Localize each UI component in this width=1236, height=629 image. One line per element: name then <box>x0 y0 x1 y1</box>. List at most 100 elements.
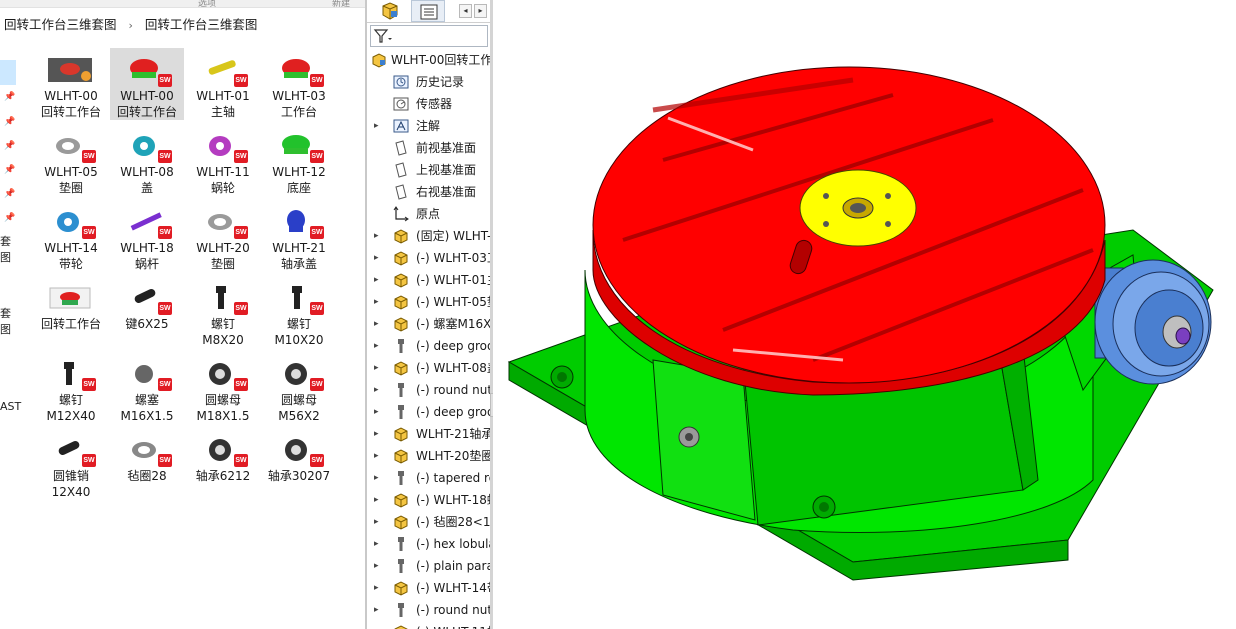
tree-item[interactable]: ▸ (-) deep groo <box>367 335 493 357</box>
tree-item[interactable]: ▸ (-) WLHT-01主 <box>367 269 493 291</box>
tree-item[interactable]: ▸ (-) tapered ro <box>367 467 493 489</box>
chevron-right-icon[interactable]: ▸ <box>374 313 379 335</box>
file-item[interactable]: SW WLHT-14 带轮 <box>34 200 108 272</box>
file-item[interactable]: SW 螺钉 M12X40 <box>34 352 108 424</box>
file-item[interactable]: SW WLHT-11 蜗轮 <box>186 124 260 196</box>
chevron-right-icon[interactable]: ▸ <box>374 489 379 511</box>
tree-item[interactable]: ▸ (-) WLHT-03工 <box>367 247 493 269</box>
tree-item[interactable]: 上视基准面 <box>367 159 493 181</box>
file-item[interactable]: SW WLHT-12 底座 <box>262 124 336 196</box>
chevron-right-icon[interactable]: ▸ <box>374 577 379 599</box>
tree-item[interactable]: ▸ (-) WLHT-08盖 <box>367 357 493 379</box>
work-table[interactable] <box>592 66 1106 396</box>
tree-item-label: 注解 <box>416 119 441 133</box>
nav-item-fragment[interactable]: 套图 <box>0 305 18 337</box>
file-item[interactable]: SW 轴承6212 <box>186 428 260 500</box>
chevron-right-icon[interactable]: ▸ <box>374 379 379 401</box>
tree-item[interactable]: ▸ 注解 <box>367 115 493 137</box>
chevron-right-icon[interactable]: ▸ <box>374 225 379 247</box>
file-item[interactable]: SW 螺钉 M8X20 <box>186 276 260 348</box>
tree-item[interactable]: 原点 <box>367 203 493 225</box>
chevron-right-icon[interactable]: ▸ <box>374 357 379 379</box>
nav-item-fragment[interactable]: 套图 <box>0 233 18 265</box>
file-item[interactable]: SW WLHT-00 回转工作台 <box>110 48 184 120</box>
tree-item[interactable]: ▸ (固定) WLHT- <box>367 225 493 247</box>
tab-scroll-right-button[interactable]: ▸ <box>474 4 487 18</box>
pin-icon: 📌 <box>4 165 16 175</box>
chevron-right-icon[interactable]: ▸ <box>374 599 379 621</box>
pulley-assembly[interactable] <box>1094 259 1212 385</box>
tab-property-manager[interactable] <box>411 0 445 22</box>
tree-item[interactable]: ▸ (-) deep groo <box>367 401 493 423</box>
file-item[interactable]: SW 轴承30207 <box>262 428 336 500</box>
tree-item[interactable]: 传感器 <box>367 93 493 115</box>
chevron-right-icon[interactable]: ▸ <box>374 401 379 423</box>
file-item[interactable]: SW WLHT-21 轴承盖 <box>262 200 336 272</box>
tree-item[interactable]: ▸ (-) WLHT-05垫 <box>367 291 493 313</box>
pin-icon: 📌 <box>4 117 16 127</box>
file-item[interactable]: SW 圆锥销 12X40 <box>34 428 108 500</box>
chevron-right-icon[interactable]: ▸ <box>374 423 379 445</box>
tree-item[interactable]: ▸ (-) hex lobula <box>367 533 493 555</box>
file-name-line2: 底座 <box>286 181 311 195</box>
tree-filter[interactable] <box>370 25 488 47</box>
tree-item[interactable]: ▸ (-) plain para <box>367 555 493 577</box>
file-item[interactable]: SW WLHT-03 工作台 <box>262 48 336 120</box>
file-item[interactable]: SW WLHT-18 蜗杆 <box>110 200 184 272</box>
tree-item[interactable]: WLHT-00回转工作 <box>367 49 493 71</box>
tree-item[interactable]: ▸ (-) WLHT-18蜗 <box>367 489 493 511</box>
tree-item[interactable]: 右视基准面 <box>367 181 493 203</box>
file-item[interactable]: SW WLHT-08 盖 <box>110 124 184 196</box>
file-item[interactable]: WLHT-00 回转工作台 <box>34 48 108 120</box>
chevron-right-icon[interactable]: ▸ <box>374 115 379 137</box>
tree-item[interactable]: ▸ (-) round nut <box>367 379 493 401</box>
nav-item-fragment[interactable]: AST <box>0 400 21 413</box>
round-nut-icon: SW <box>200 358 248 391</box>
graphics-area[interactable] <box>493 0 1236 629</box>
chevron-right-icon[interactable]: ▸ <box>374 445 379 467</box>
breadcrumb-item[interactable]: 回转工作台三维套图 <box>0 12 121 38</box>
chevron-right-icon[interactable]: ▸ <box>374 511 379 533</box>
pin-icon: 📌 <box>4 189 16 199</box>
chevron-right-icon[interactable]: ▸ <box>374 269 379 291</box>
file-item[interactable]: SW 毡圈28 <box>110 428 184 500</box>
chevron-right-icon[interactable]: › <box>125 13 137 39</box>
tree-item[interactable]: ▸ WLHT-21轴承 <box>367 423 493 445</box>
chevron-right-icon[interactable]: ▸ <box>374 555 379 577</box>
bearing-cover-icon: SW <box>276 206 324 239</box>
file-item[interactable]: SW 螺塞 M16X1.5 <box>110 352 184 424</box>
file-name-line2: 蜗轮 <box>210 181 235 195</box>
file-name-line1: 圆锥销 <box>52 469 89 483</box>
file-item[interactable]: SW 键6X25 <box>110 276 184 348</box>
rotary-table-model[interactable] <box>493 0 1236 629</box>
ribbon-label-new[interactable]: 新建 <box>332 0 350 7</box>
tab-scroll-left-button[interactable]: ◂ <box>459 4 472 18</box>
file-item[interactable]: SW WLHT-01 主轴 <box>186 48 260 120</box>
chevron-right-icon[interactable]: ▸ <box>374 467 379 489</box>
tree-item[interactable]: ▸ (-) WLHT-14带 <box>367 577 493 599</box>
tree-item[interactable]: ▸ WLHT-20垫圈 <box>367 445 493 467</box>
file-item[interactable]: SW 螺钉 M10X20 <box>262 276 336 348</box>
tree-item[interactable]: ▸ (-) WLHT-11蜗 <box>367 621 493 629</box>
chevron-right-icon[interactable]: ▸ <box>374 291 379 313</box>
chevron-right-icon[interactable]: ▸ <box>374 621 379 629</box>
tree-item[interactable]: ▸ (-) 毡圈28<1> <box>367 511 493 533</box>
chevron-right-icon[interactable]: ▸ <box>374 533 379 555</box>
file-item[interactable]: SW WLHT-05 垫圈 <box>34 124 108 196</box>
file-item[interactable]: SW 圆螺母 M56X2 <box>262 352 336 424</box>
file-item[interactable]: SW WLHT-20 垫圈 <box>186 200 260 272</box>
tree-item-label: 右视基准面 <box>416 185 477 199</box>
breadcrumb-item-current[interactable]: 回转工作台三维套图 <box>141 12 262 38</box>
nav-selected-item[interactable] <box>0 60 16 85</box>
tree-item[interactable]: 前视基准面 <box>367 137 493 159</box>
chevron-right-icon[interactable]: ▸ <box>374 335 379 357</box>
ribbon-label-options[interactable]: 选项 <box>198 0 216 7</box>
file-item[interactable]: SW 圆螺母 M18X1.5 <box>186 352 260 424</box>
tab-feature-manager[interactable] <box>373 0 407 22</box>
file-item[interactable]: 回转工作台 <box>34 276 108 348</box>
chevron-right-icon[interactable]: ▸ <box>374 247 379 269</box>
tree-item[interactable]: ▸ (-) round nut <box>367 599 493 621</box>
tree-item[interactable]: 历史记录 <box>367 71 493 93</box>
tree-item[interactable]: ▸ (-) 螺塞M16X <box>367 313 493 335</box>
file-name-line2: 垫圈 <box>58 181 83 195</box>
